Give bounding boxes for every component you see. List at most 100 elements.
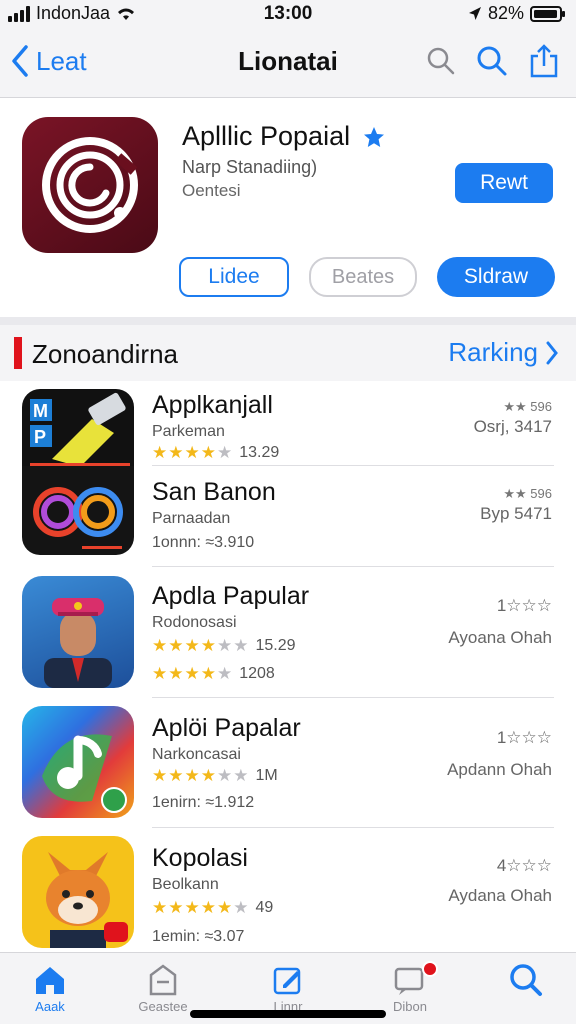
app-mini-rating: 1☆☆☆	[496, 728, 552, 747]
tab-search[interactable]	[476, 961, 576, 999]
option-button-3[interactable]: Sldraw	[437, 257, 555, 297]
rating-value: 15.29	[255, 637, 296, 654]
tab-messages[interactable]: Dibon	[360, 961, 460, 1014]
app-mini-rating: 4☆☆☆	[496, 856, 552, 875]
app-icon-infinity	[22, 466, 134, 555]
featured-app-title: Aplllic Popaial	[182, 121, 351, 151]
section-header: Zonoandirna Rarking	[0, 325, 576, 381]
tab-list[interactable]: Geastee	[113, 961, 213, 1014]
app-rating: ★★★★★ 13.29	[152, 443, 279, 463]
navigation-bar: Leat Lionatai	[0, 32, 576, 98]
app-publisher: Aydana Ohah	[448, 886, 552, 905]
battery-icon	[530, 5, 565, 22]
app-mini-rating: ★★ 596	[503, 399, 552, 414]
featured-app-category: Oentesi	[182, 181, 241, 200]
svg-text:P: P	[34, 427, 46, 447]
music-note-icon	[42, 734, 127, 813]
ranking-link-label: Rarking	[448, 337, 538, 367]
rating-stars-icon: ★★★★★	[152, 664, 234, 683]
app-title: Apdla Papular	[152, 582, 310, 610]
edit-icon	[273, 967, 301, 995]
list-item[interactable]: Kopolasi Beolkann ★★★★★★ 49 1emin: ≈3.07…	[0, 828, 576, 952]
featured-app-icon[interactable]	[22, 117, 158, 253]
app-icon-music	[22, 706, 134, 818]
featured-app-card: Aplllic Popaial Narp Stanadiing) Oentesi…	[0, 99, 576, 317]
rating-value: 13.29	[239, 444, 280, 461]
app-category: Beolkann	[152, 876, 219, 893]
list-icon	[149, 964, 177, 996]
chevron-right-icon	[546, 341, 558, 364]
app-icon-charger: M P	[22, 389, 134, 469]
app-category: Parnaadan	[152, 510, 231, 527]
app-rating: ★★★★★★ 1M	[152, 766, 278, 786]
rating-stars-icon: ★★★★★★	[152, 766, 250, 785]
status-left: IndonJaa	[8, 3, 136, 24]
section-title: Zonoandirna	[32, 339, 178, 369]
battery-percent: 82%	[487, 3, 524, 23]
search-icon	[510, 964, 542, 996]
rating-value-secondary: 1208	[239, 665, 275, 682]
location-icon	[468, 6, 481, 20]
app-rating-secondary: ★★★★★ 1208	[152, 664, 275, 684]
app-title: Kopolasi	[152, 844, 248, 872]
app-title: San Banon	[152, 478, 276, 506]
app-publisher: Apdann Ohah	[447, 760, 552, 779]
search-icon[interactable]	[426, 46, 456, 76]
list-item[interactable]: San Banon Parnaadan 1onnn: ≈3.910 ★★ 596…	[0, 466, 576, 566]
home-indicator[interactable]	[190, 1010, 386, 1018]
wifi-icon	[118, 8, 135, 20]
infinity-logo-icon	[33, 487, 123, 549]
rating-value: 1M	[255, 767, 278, 784]
tab-home[interactable]: Aaak	[0, 961, 100, 1014]
app-category: Rodonosasi	[152, 614, 237, 631]
signal-icon	[8, 5, 30, 22]
back-button[interactable]: Leat	[10, 44, 87, 78]
list-item[interactable]: Aplöi Papalar Narkoncasai ★★★★★★ 1M 1eni…	[0, 698, 576, 826]
carrier-label: IndonJaa	[36, 3, 111, 23]
back-label: Leat	[36, 45, 87, 76]
chevron-left-icon	[12, 45, 28, 77]
status-right: 82%	[468, 3, 566, 24]
app-rating: ★★★★★★ 49	[152, 898, 273, 918]
app-mini-rating: ★★ 596	[503, 486, 552, 501]
section-divider	[0, 317, 576, 325]
featured-app-subtitle: Narp Stanadiing)	[182, 157, 318, 177]
app-category: Parkeman	[152, 423, 225, 440]
app-mini-rating: 1☆☆☆	[496, 596, 552, 615]
fox-mascot-icon	[46, 852, 128, 948]
get-button[interactable]: Rewt	[455, 163, 553, 203]
rating-stars-icon: ★★★★★	[152, 443, 234, 462]
app-size: 1enirn: ≈1.912	[152, 794, 255, 811]
option-button-2[interactable]: Beates	[309, 257, 417, 297]
app-downloads: Byp 5471	[480, 504, 552, 523]
verified-star-icon	[364, 126, 385, 147]
list-divider	[152, 566, 554, 567]
home-icon	[36, 967, 64, 994]
app-icon-avatar	[22, 576, 134, 688]
app-title: Aplöi Papalar	[152, 714, 301, 742]
notification-badge	[422, 961, 438, 977]
brand-logo-icon	[42, 137, 138, 233]
nav-actions	[426, 44, 560, 78]
svg-text:M: M	[33, 401, 48, 421]
app-publisher: Ayoana Ohah	[448, 628, 552, 647]
app-title: Applkanjall	[152, 391, 273, 419]
list-item[interactable]: Apdla Papular Rodonosasi ★★★★★★ 15.29 ★★…	[0, 568, 576, 696]
ranking-link[interactable]: Rarking	[448, 337, 558, 368]
app-icon-fox	[22, 836, 134, 948]
rating-stars-icon: ★★★★★★	[152, 636, 250, 655]
search-icon[interactable]	[476, 45, 508, 77]
usb-cable-icon: M P	[30, 392, 130, 467]
rating-value: 49	[255, 899, 274, 916]
status-bar: IndonJaa 13:00 82%	[0, 0, 576, 32]
share-icon[interactable]	[528, 44, 560, 78]
tab-label: Aaak	[35, 999, 65, 1014]
section-marker	[14, 337, 22, 369]
featured-app-name: Aplllic Popaial	[182, 121, 386, 152]
option-button-1[interactable]: Lidee	[179, 257, 289, 297]
person-avatar-icon	[44, 598, 112, 688]
app-size: 1emin: ≈3.07	[152, 928, 245, 945]
app-rating: ★★★★★★ 15.29	[152, 636, 296, 656]
tab-edit[interactable]: Linnr	[238, 961, 338, 1014]
list-item[interactable]: M P Applkanjall Parkeman ★★★★★ 13.29 ★★ …	[0, 381, 576, 469]
